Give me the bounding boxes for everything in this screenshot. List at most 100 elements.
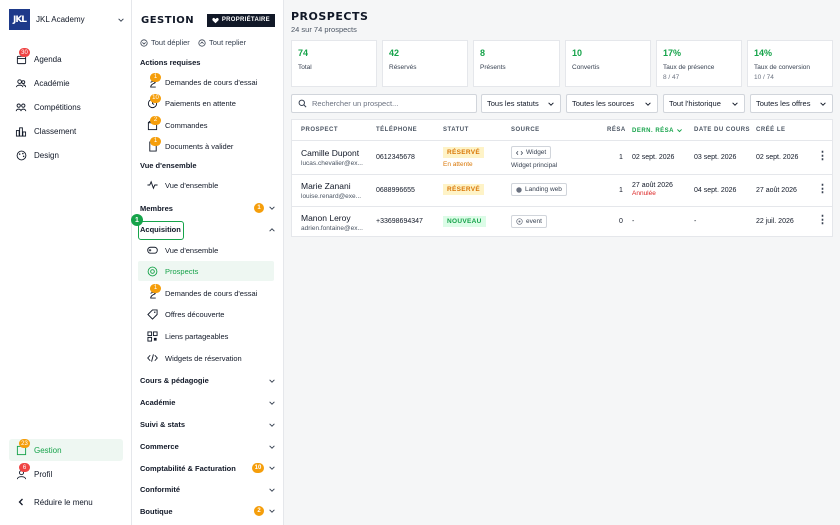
- profil-badge: 6: [19, 463, 30, 472]
- table-row[interactable]: Marie Zanani louise.renard@exe... 0688996…: [292, 174, 832, 206]
- kpi-label: Convertis: [572, 64, 600, 71]
- tag-icon: [147, 308, 158, 320]
- row-menu-icon[interactable]: ⋮: [817, 182, 828, 195]
- offers-filter[interactable]: Toutes les offres: [750, 94, 833, 113]
- kpi-conversion-rate: 14% Taux de conversion 10 / 74: [747, 40, 833, 87]
- management-title: GESTION: [141, 14, 195, 26]
- nav-trial-requests[interactable]: 1 Demandes de cours d'essai: [138, 72, 274, 92]
- nav-badge: 2: [150, 115, 161, 125]
- chevron-down-icon: [732, 101, 738, 106]
- col-resa[interactable]: RÉSA: [607, 127, 626, 133]
- table-row[interactable]: Camille Dupont lucas.chevalier@ex... 0612…: [292, 140, 832, 174]
- nav-share-links[interactable]: Liens partageables: [138, 326, 274, 346]
- rail-item-label: Réduire le menu: [34, 497, 93, 507]
- nav-documents-to-validate[interactable]: 1 Documents à valider: [138, 136, 274, 156]
- rail-item-label: Classement: [34, 126, 77, 136]
- nav-overview[interactable]: Vue d'ensemble: [138, 175, 274, 195]
- academy-name: JKL Academy: [36, 15, 85, 24]
- section-title: Académie: [140, 398, 176, 407]
- col-prospect[interactable]: PROSPECT: [301, 127, 338, 133]
- col-course-date[interactable]: DATE DU COURS: [694, 127, 750, 133]
- kpi-value: 8: [480, 48, 486, 58]
- row-menu-icon[interactable]: ⋮: [817, 149, 828, 162]
- created-date: 22 juil. 2026: [756, 218, 794, 225]
- col-created[interactable]: CRÉÉ LE: [756, 127, 786, 133]
- collapse-all-button[interactable]: Tout replier: [198, 38, 246, 47]
- filter-label: Toutes les offres: [756, 99, 811, 108]
- prospect-email: louise.renard@exe...: [301, 193, 362, 200]
- nav-booking-widgets[interactable]: Widgets de réservation: [138, 348, 274, 368]
- gamepad-icon: [147, 245, 158, 256]
- chevron-down-icon: [269, 444, 275, 449]
- row-menu-icon[interactable]: ⋮: [817, 213, 828, 226]
- kpi-label: Présents: [480, 64, 506, 71]
- nav-acq-trial-requests[interactable]: 1 Demandes de cours d'essai: [138, 283, 274, 303]
- section-badge: 1: [254, 203, 264, 213]
- nav-badge: 10: [150, 93, 161, 103]
- search-input[interactable]: Rechercher un prospect...: [291, 94, 477, 113]
- prospect-phone: 0612345678: [376, 154, 415, 161]
- radar-icon: [147, 266, 158, 277]
- search-placeholder: Rechercher un prospect...: [312, 99, 399, 108]
- collapse-menu-button[interactable]: Réduire le menu: [9, 491, 123, 513]
- col-last-resa[interactable]: DERN. RÉSA: [632, 127, 683, 134]
- last-resa: 02 sept. 2026: [632, 154, 675, 161]
- primary-sidebar: JKL JKL Academy 30 Agenda Académie Compé…: [0, 0, 132, 525]
- section-cours[interactable]: Cours & pédagogie: [140, 376, 276, 385]
- nav-prospects[interactable]: Prospects: [138, 261, 274, 281]
- status-filter[interactable]: Tous les statuts: [481, 94, 561, 113]
- rail-item-gestion[interactable]: 23 Gestion: [9, 439, 123, 461]
- table-row[interactable]: Manon Leroy adrien.fontaine@ex... +336986…: [292, 206, 832, 237]
- history-filter[interactable]: Tout l'historique: [663, 94, 745, 113]
- nav-orders[interactable]: 2 Commandes: [138, 115, 274, 135]
- chevron-down-icon: [269, 466, 275, 470]
- last-resa: 27 août 2026: [632, 182, 673, 189]
- rail-item-agenda[interactable]: 30 Agenda: [9, 48, 123, 70]
- section-membres[interactable]: Membres 1: [140, 203, 276, 213]
- section-commerce[interactable]: Commerce: [140, 442, 276, 451]
- expand-icon: [140, 38, 148, 47]
- nav-label: Demandes de cours d'essai: [165, 288, 258, 298]
- course-date: 03 sept. 2026: [694, 154, 737, 161]
- rail-item-classement[interactable]: Classement: [9, 120, 123, 142]
- document-icon: 1: [147, 136, 161, 152]
- section-comptabilite[interactable]: Comptabilité & Facturation 10: [140, 463, 276, 473]
- col-status[interactable]: STATUT: [443, 127, 469, 133]
- rail-item-competitions[interactable]: Compétitions: [9, 96, 123, 118]
- academy-switcher[interactable]: JKL JKL Academy: [9, 9, 125, 30]
- section-stats[interactable]: Suivi & stats: [140, 420, 276, 429]
- nav-acq-overview[interactable]: Vue d'ensemble: [138, 240, 274, 260]
- section-title: Vue d'ensemble: [140, 161, 197, 170]
- source-filter[interactable]: Toutes les sources: [566, 94, 658, 113]
- chevron-down-icon: [820, 101, 826, 106]
- app: JKL JKL Academy 30 Agenda Académie Compé…: [0, 0, 840, 525]
- owner-badge: PROPRIÉTAIRE: [206, 13, 275, 27]
- nav-label: Paiements en attente: [165, 98, 236, 108]
- podium-icon: [15, 125, 27, 137]
- calendar-icon: 30: [15, 48, 30, 65]
- step-marker: 1: [131, 214, 143, 226]
- rail-item-label: Agenda: [34, 54, 62, 64]
- expand-all-button[interactable]: Tout déplier: [140, 38, 190, 47]
- nav-pending-payments[interactable]: 10 Paiements en attente: [138, 93, 274, 113]
- rail-item-profil[interactable]: 6 Profil: [9, 463, 123, 485]
- rail-item-academie[interactable]: Académie: [9, 72, 123, 94]
- box-icon: 2: [147, 115, 161, 131]
- col-label: DERN. RÉSA: [632, 127, 675, 134]
- kpi-value: 42: [389, 48, 400, 58]
- filter-label: Toutes les sources: [572, 99, 635, 108]
- resa-count: 1: [619, 187, 623, 194]
- hourglass-icon: 1: [147, 283, 161, 299]
- section-academie[interactable]: Académie: [140, 398, 276, 407]
- section-badge: 10: [252, 463, 264, 473]
- section-boutique[interactable]: Boutique 2: [140, 506, 276, 516]
- nav-discovery-offers[interactable]: Offres découverte: [138, 304, 274, 324]
- nav-badge: 1: [150, 283, 161, 293]
- prospect-email: lucas.chevalier@ex...: [301, 160, 363, 167]
- col-source[interactable]: SOURCE: [511, 127, 540, 133]
- rail-item-design[interactable]: Design: [9, 144, 123, 166]
- kpi-label: Total: [298, 64, 312, 71]
- col-phone[interactable]: TÉLÉPHONE: [376, 127, 417, 133]
- section-conformite[interactable]: Conformité: [140, 485, 276, 494]
- expand-all-label: Tout déplier: [151, 38, 190, 47]
